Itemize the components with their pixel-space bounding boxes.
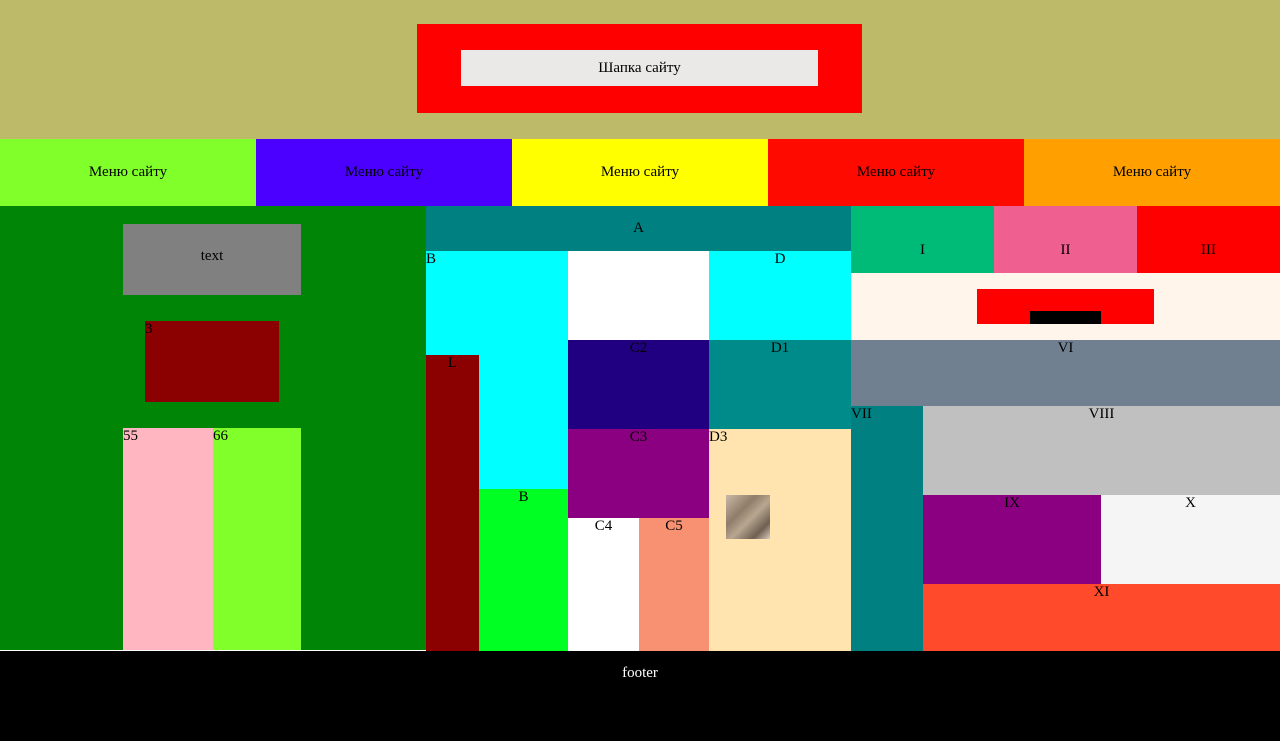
- block-d: D: [709, 251, 851, 340]
- menu-item-5[interactable]: Меню сайту: [1024, 139, 1280, 206]
- block-vi: VI: [851, 340, 1280, 406]
- block-white-top: [568, 251, 709, 340]
- block-i: I: [851, 206, 994, 273]
- photo-thumbnail: [726, 495, 770, 539]
- block-d3: D3: [709, 429, 851, 651]
- block-c5: C5: [639, 518, 709, 651]
- block-l: L: [426, 355, 479, 651]
- block-x: X: [1101, 495, 1280, 584]
- block-vii: VII: [851, 406, 923, 651]
- column-55: 55: [123, 428, 213, 650]
- block-c2: C2: [568, 340, 709, 429]
- block-viii: VIII: [923, 406, 1280, 495]
- block-d1: D1: [709, 340, 851, 429]
- block-xi: XI: [923, 584, 1280, 651]
- text-box: text: [123, 224, 301, 295]
- block-a: A: [426, 206, 851, 251]
- menu-item-3[interactable]: Меню сайту: [512, 139, 768, 206]
- block-iii: III: [1137, 206, 1280, 273]
- block-ix: IX: [923, 495, 1101, 584]
- column-66: 66: [213, 428, 301, 650]
- menu-item-2[interactable]: Меню сайту: [256, 139, 512, 206]
- block-c3: C3: [568, 429, 709, 518]
- header-title-box: Шапка сайту: [461, 50, 818, 86]
- black-strip: [1030, 311, 1101, 324]
- block-ii: II: [994, 206, 1137, 273]
- block-b-green: B: [479, 489, 568, 651]
- footer: footer: [0, 651, 1280, 741]
- box-3: 3: [145, 321, 279, 402]
- menu-item-1[interactable]: Меню сайту: [0, 139, 256, 206]
- block-c4: C4: [568, 518, 639, 651]
- menu-item-4[interactable]: Меню сайту: [768, 139, 1024, 206]
